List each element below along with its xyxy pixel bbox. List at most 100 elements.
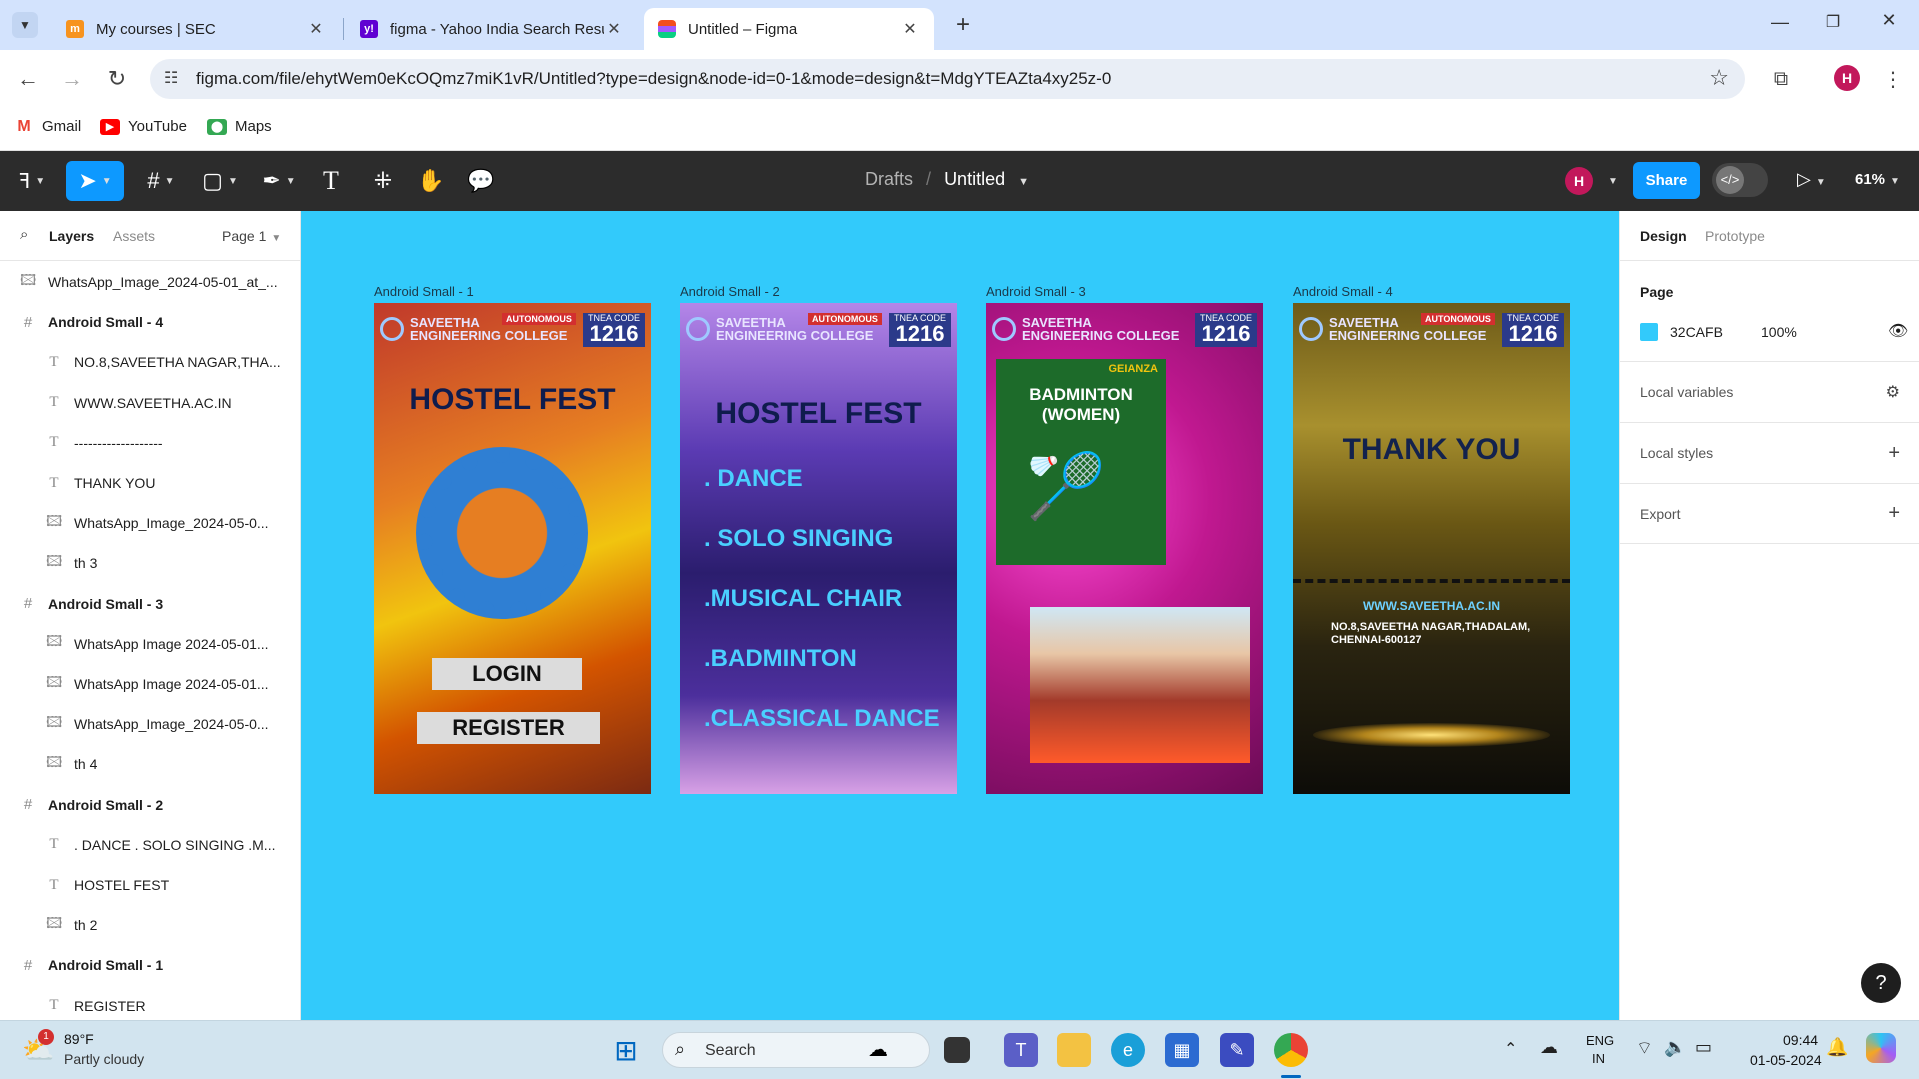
reload-icon[interactable]: ↻: [102, 64, 132, 94]
kebab-menu-icon[interactable]: ⋮: [1878, 64, 1908, 94]
edge-icon[interactable]: e: [1111, 1033, 1145, 1067]
badminton-poster-image[interactable]: GEIANZA BADMINTON (WOMEN) 🏸: [996, 359, 1166, 565]
pen-tool[interactable]: ✒ ▼: [256, 161, 302, 201]
resources-tool[interactable]: ⁜: [366, 161, 400, 201]
bookmark-star-icon[interactable]: ☆: [1709, 65, 1729, 91]
page-color-hex[interactable]: 32CAFB: [1670, 324, 1723, 340]
layer-row[interactable]: T NO.8,SAVEETHA NAGAR,THA...: [0, 342, 300, 382]
page-color-opacity[interactable]: 100%: [1761, 324, 1797, 340]
network-status-icon[interactable]: ☁: [1540, 1037, 1558, 1058]
frame-label-3[interactable]: Android Small - 3: [986, 284, 1086, 299]
shape-tool[interactable]: ▢ ▼: [197, 161, 243, 201]
bookmark-gmail[interactable]: M Gmail: [14, 118, 81, 135]
layer-row[interactable]: T REGISTER: [0, 986, 300, 1020]
layer-row[interactable]: T . DANCE . SOLO SINGING .M...: [0, 825, 300, 865]
frame-android-small-1[interactable]: SAVEETHA ENGINEERING COLLEGE AUTONOMOUS T…: [374, 303, 651, 794]
taskbar-search[interactable]: ⌕ Search ☁: [662, 1032, 930, 1068]
address-bar[interactable]: ☷ figma.com/file/ehytWem0eKcOQmz7miK1vR/…: [150, 59, 1745, 99]
figma-main-menu[interactable]: ꟻ ▼: [10, 161, 54, 201]
close-icon[interactable]: ✕: [306, 19, 326, 39]
close-icon[interactable]: ✕: [604, 19, 624, 39]
user-avatar[interactable]: H: [1565, 167, 1593, 195]
url-text[interactable]: figma.com/file/ehytWem0eKcOQmz7miK1vR/Un…: [196, 69, 1111, 89]
dev-mode-toggle[interactable]: </>: [1712, 163, 1768, 197]
microsoft-store-icon[interactable]: ▦: [1165, 1033, 1199, 1067]
sliders-icon[interactable]: ⚙: [1886, 382, 1900, 402]
volume-icon[interactable]: 🔈: [1664, 1037, 1686, 1058]
tab-my-courses[interactable]: m My courses | SEC ✕: [52, 8, 340, 50]
extensions-icon[interactable]: ⧉: [1766, 64, 1796, 94]
layer-row[interactable]: 🖾 th 4: [0, 744, 300, 784]
close-icon[interactable]: ✕: [900, 19, 920, 39]
language-line2[interactable]: IN: [1592, 1051, 1605, 1066]
back-arrow-icon[interactable]: ←: [13, 64, 43, 94]
plus-icon[interactable]: +: [1888, 442, 1900, 465]
register-button[interactable]: REGISTER: [417, 712, 600, 744]
local-variables-section[interactable]: Local variables ⚙: [1620, 361, 1919, 422]
breadcrumb-file-name[interactable]: Untitled: [944, 169, 1005, 189]
help-button[interactable]: ?: [1861, 963, 1901, 1003]
layer-row[interactable]: T THANK YOU: [0, 463, 300, 503]
weather-widget[interactable]: ⛅ 1 89°F Partly cloudy: [18, 1027, 188, 1073]
minimize-icon[interactable]: —: [1765, 12, 1795, 36]
comment-tool[interactable]: 💬: [464, 161, 498, 201]
zoom-menu[interactable]: 61% ▼: [1855, 171, 1900, 188]
move-tool[interactable]: ➤ ▼: [66, 161, 124, 201]
frame-android-small-4[interactable]: SAVEETHA ENGINEERING COLLEGE AUTONOMOUS T…: [1293, 303, 1570, 794]
chevron-down-icon[interactable]: ▼: [1608, 176, 1618, 187]
language-line1[interactable]: ENG: [1586, 1033, 1614, 1048]
tab-figma-untitled[interactable]: Untitled – Figma ✕: [644, 8, 934, 50]
login-button[interactable]: LOGIN: [432, 658, 582, 690]
layer-row-frame[interactable]: # Android Small - 1: [0, 945, 300, 985]
file-explorer-icon[interactable]: [1057, 1033, 1091, 1067]
layer-row[interactable]: 🖾 WhatsApp_Image_2024-05-0...: [0, 503, 300, 543]
site-info-icon[interactable]: ☷: [164, 68, 178, 88]
export-section[interactable]: Export +: [1620, 483, 1919, 544]
windows-start-icon[interactable]: ⊞: [609, 1033, 643, 1067]
clock-date[interactable]: 01-05-2024: [1750, 1052, 1822, 1068]
page-selector[interactable]: Page 1 ▼: [222, 228, 281, 244]
profile-avatar[interactable]: H: [1834, 65, 1860, 91]
bookmark-youtube[interactable]: ▶ YouTube: [100, 118, 187, 135]
layer-row-frame[interactable]: # Android Small - 2: [0, 785, 300, 825]
search-icon[interactable]: ⌕: [20, 226, 28, 243]
plus-icon[interactable]: +: [1888, 502, 1900, 525]
battery-icon[interactable]: ▭: [1695, 1037, 1712, 1058]
restore-icon[interactable]: ❐: [1818, 12, 1848, 36]
share-button[interactable]: Share: [1633, 162, 1700, 199]
present-play-icon[interactable]: ▷ ▼: [1797, 169, 1826, 190]
layer-row[interactable]: 🖾 WhatsApp_Image_2024-05-01_at_...: [0, 262, 300, 302]
notification-bell-icon[interactable]: 🔔: [1826, 1037, 1848, 1058]
layer-row[interactable]: 🖾 WhatsApp_Image_2024-05-0...: [0, 704, 300, 744]
tab-design[interactable]: Design: [1640, 228, 1687, 244]
chevron-up-icon[interactable]: ⌃: [1504, 1039, 1517, 1059]
breadcrumb-drafts[interactable]: Drafts: [865, 169, 913, 189]
frame-android-small-2[interactable]: SAVEETHA ENGINEERING COLLEGE AUTONOMOUS T…: [680, 303, 957, 794]
code-editor-icon[interactable]: ✎: [1220, 1033, 1254, 1067]
frame-label-2[interactable]: Android Small - 2: [680, 284, 780, 299]
hand-tool[interactable]: ✋: [414, 161, 448, 201]
dance-photo-image[interactable]: [1030, 607, 1250, 763]
task-view-icon[interactable]: [944, 1037, 970, 1063]
frame-label-1[interactable]: Android Small - 1: [374, 284, 474, 299]
frame-tool[interactable]: # ▼: [138, 161, 184, 201]
page-color-swatch[interactable]: [1640, 323, 1658, 341]
layer-row[interactable]: 🖾 th 3: [0, 543, 300, 583]
tab-prototype[interactable]: Prototype: [1705, 228, 1765, 244]
layer-row-frame[interactable]: # Android Small - 4: [0, 302, 300, 342]
forward-arrow-icon[interactable]: →: [57, 64, 87, 94]
bookmark-maps[interactable]: ⬤ Maps: [207, 118, 272, 135]
layer-row[interactable]: 🖾 th 2: [0, 905, 300, 945]
clock-time[interactable]: 09:44: [1783, 1032, 1818, 1048]
layer-row[interactable]: 🖾 WhatsApp Image 2024-05-01...: [0, 624, 300, 664]
chevron-down-icon[interactable]: ▼: [1018, 176, 1029, 188]
teams-icon[interactable]: T: [1004, 1033, 1038, 1067]
frame-label-4[interactable]: Android Small - 4: [1293, 284, 1393, 299]
chrome-icon[interactable]: [1274, 1033, 1308, 1067]
layer-row[interactable]: T HOSTEL FEST: [0, 865, 300, 905]
layer-row[interactable]: T -------------------: [0, 423, 300, 463]
tab-layers[interactable]: Layers: [49, 228, 94, 244]
copilot-icon[interactable]: [1866, 1033, 1896, 1063]
tab-assets[interactable]: Assets: [113, 228, 155, 244]
frame-android-small-3[interactable]: SAVEETHA ENGINEERING COLLEGE TNEA CODE 121…: [986, 303, 1263, 794]
